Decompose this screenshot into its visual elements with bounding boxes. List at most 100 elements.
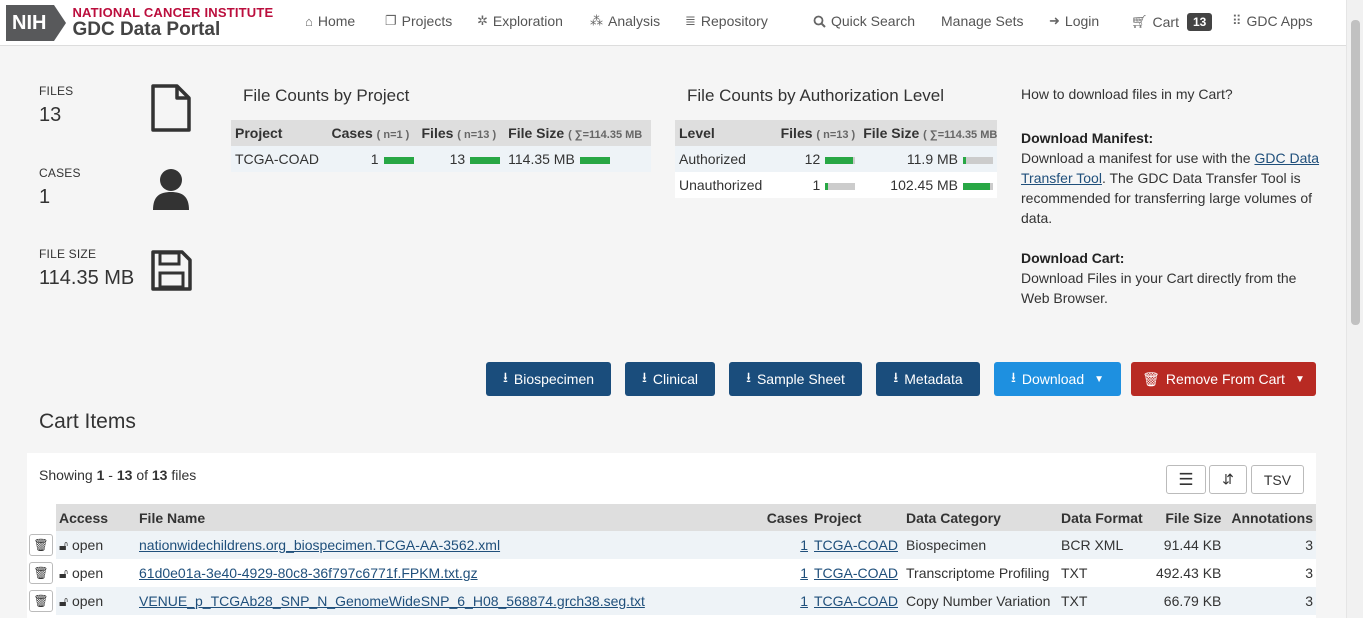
sort-icon: ⇵ <box>1222 471 1234 487</box>
col-cases[interactable]: Cases <box>761 504 811 531</box>
page-scrollbar[interactable] <box>1346 0 1363 618</box>
analysis-icon: ⁂ <box>590 13 603 28</box>
download-icon: ⭳ <box>641 369 647 385</box>
files-cell: 12 <box>772 146 860 172</box>
download-help-question: How to download files in my Cart? <box>1021 86 1233 102</box>
cart-help-title: Download Cart: <box>1021 250 1125 266</box>
remove-row-button[interactable]: 🗑︎ <box>29 590 53 612</box>
file-size-cell: 492.43 KB <box>1156 565 1222 581</box>
caret-down-icon: ▼ <box>1094 373 1105 385</box>
scrollbar-thumb[interactable] <box>1351 20 1360 325</box>
clinical-button[interactable]: ⭳ Clinical <box>625 362 715 396</box>
column-list-button[interactable]: ☰ <box>1166 465 1206 494</box>
cases-cell: 1 <box>327 146 417 172</box>
files-bar <box>825 182 856 190</box>
data-category-cell: Biospecimen <box>906 537 987 553</box>
manifest-help-title: Download Manifest: <box>1021 130 1154 146</box>
metadata-button[interactable]: ⭳ Metadata <box>876 362 980 396</box>
biospecimen-button[interactable]: ⭳ Biospecimen <box>486 362 611 396</box>
project-link[interactable]: TCGA-COAD <box>814 593 898 609</box>
col-access[interactable]: Access <box>56 504 136 531</box>
nav-exploration[interactable]: ✲ Exploration <box>477 13 563 29</box>
tsv-export-button[interactable]: TSV <box>1251 465 1304 494</box>
by-project-title: File Counts by Project <box>243 86 410 105</box>
files-cell: 13 <box>418 146 505 172</box>
home-icon: ⌂ <box>305 13 313 29</box>
nav-analysis[interactable]: ⁂ Analysis <box>590 13 660 29</box>
download-dropdown-button[interactable]: ⭳ Download ▼ <box>994 362 1121 396</box>
remove-from-cart-button[interactable]: 🗑︎ Remove From Cart ▼ <box>1131 362 1316 396</box>
nav-cart[interactable]: 🛒︎ Cart 13 <box>1131 13 1213 31</box>
project-link[interactable]: TCGA-COAD <box>814 565 898 581</box>
files-cell: 1 <box>772 172 860 198</box>
files-count-label: FILES <box>39 84 74 98</box>
file-size-cell: 66.79 KB <box>1163 593 1222 609</box>
gdc-logo[interactable]: NIH NATIONAL CANCER INSTITUTE GDC Data P… <box>6 4 273 42</box>
cases-link[interactable]: 1 <box>800 537 808 553</box>
col-project[interactable]: Project <box>231 120 328 146</box>
nav-repository[interactable]: ≣ Repository <box>685 13 768 29</box>
data-format-cell: TXT <box>1061 565 1088 581</box>
file-name-cell: nationwidechildrens.org_biospecimen.TCGA… <box>136 531 761 559</box>
file-name-link[interactable]: nationwidechildrens.org_biospecimen.TCGA… <box>139 537 500 553</box>
col-file-size[interactable]: File Size <box>1153 504 1225 531</box>
annotations-cell: 3 <box>1305 593 1313 609</box>
data-category-cell: Transcriptome Profiling <box>906 565 1050 581</box>
trash-icon: 🗑︎ <box>1142 370 1160 387</box>
lock-open-icon: 🔓︎ <box>59 536 69 553</box>
project-cell: TCGA-COAD <box>811 531 903 559</box>
project-cell: TCGA-COAD <box>811 559 903 587</box>
cases-count-label: CASES <box>39 166 81 180</box>
col-data-category[interactable]: Data Category <box>903 504 1058 531</box>
repository-icon: ≣ <box>685 13 696 28</box>
projects-icon: ❐ <box>385 13 397 28</box>
showing-count: Showing 1 - 13 of 13 files <box>39 467 197 483</box>
col-data-format[interactable]: Data Format <box>1058 504 1153 531</box>
sample-sheet-button[interactable]: ⭳ Sample Sheet <box>729 362 862 396</box>
exploration-icon: ✲ <box>477 13 488 28</box>
col-project[interactable]: Project <box>811 504 903 531</box>
login-icon: ➜ <box>1049 13 1060 28</box>
cases-cell: 1 <box>761 559 811 587</box>
col-file-size[interactable]: File Size ( ∑=114.35 MB <box>859 120 997 146</box>
file-icon <box>151 84 191 132</box>
cases-cell: 1 <box>761 531 811 559</box>
table-row: 🔓︎ open 61d0e01a-3e40-4929-80c8-36f797c6… <box>56 559 1316 587</box>
nav-quick-search[interactable]: Quick Search <box>813 13 915 29</box>
cart-items-table: Access File Name Cases Project Data Cate… <box>56 504 1316 615</box>
nav-gdc-apps[interactable]: ⠿ GDC Apps <box>1232 13 1313 29</box>
access-cell: 🔓︎ open <box>59 564 104 581</box>
col-file-size[interactable]: File Size ( ∑=114.35 MB <box>504 120 651 146</box>
col-files[interactable]: Files ( n=13 ) <box>417 120 505 146</box>
data-format-cell: TXT <box>1061 593 1088 609</box>
sort-button[interactable]: ⇵ <box>1209 465 1247 494</box>
download-icon: ⭳ <box>746 369 751 385</box>
nav-home[interactable]: ⌂ Home <box>305 13 355 29</box>
caret-down-icon: ▼ <box>1294 373 1305 385</box>
file-name-link[interactable]: VENUE_p_TCGAb28_SNP_N_GenomeWideSNP_6_H0… <box>139 593 645 609</box>
nav-projects[interactable]: ❐ Projects <box>385 13 452 29</box>
download-manifest-help: Download Manifest: Download a manifest f… <box>1021 130 1320 226</box>
col-file-name[interactable]: File Name <box>136 504 761 531</box>
col-level[interactable]: Level <box>675 120 772 146</box>
download-icon: ⭳ <box>893 369 899 385</box>
file-name-link[interactable]: 61d0e01a-3e40-4929-80c8-36f797c6771f.FPK… <box>139 565 478 581</box>
project-link[interactable]: TCGA-COAD <box>814 537 898 553</box>
nav-manage-sets[interactable]: Manage Sets <box>941 13 1024 29</box>
cases-link[interactable]: 1 <box>800 593 808 609</box>
table-row: 🔓︎ open VENUE_p_TCGAb28_SNP_N_GenomeWide… <box>56 587 1316 615</box>
trash-icon: 🗑︎ <box>33 538 49 552</box>
data-category-cell: Copy Number Variation <box>906 593 1051 609</box>
file-name-cell: VENUE_p_TCGAb28_SNP_N_GenomeWideSNP_6_H0… <box>136 587 761 615</box>
remove-row-button[interactable]: 🗑︎ <box>29 562 53 584</box>
nav-login[interactable]: ➜ Login <box>1049 13 1099 29</box>
project-cell: TCGA-COAD <box>235 151 319 167</box>
logo-gdc-text: GDC Data Portal <box>72 18 221 40</box>
apps-grid-icon: ⠿ <box>1232 13 1242 28</box>
remove-row-button[interactable]: 🗑︎ <box>29 534 53 556</box>
col-annotations[interactable]: Annotations <box>1224 504 1316 531</box>
col-files[interactable]: Files ( n=13 ) <box>771 120 860 146</box>
trash-icon: 🗑︎ <box>33 594 49 608</box>
col-cases[interactable]: Cases ( n=1 ) <box>327 120 418 146</box>
cases-link[interactable]: 1 <box>800 565 808 581</box>
